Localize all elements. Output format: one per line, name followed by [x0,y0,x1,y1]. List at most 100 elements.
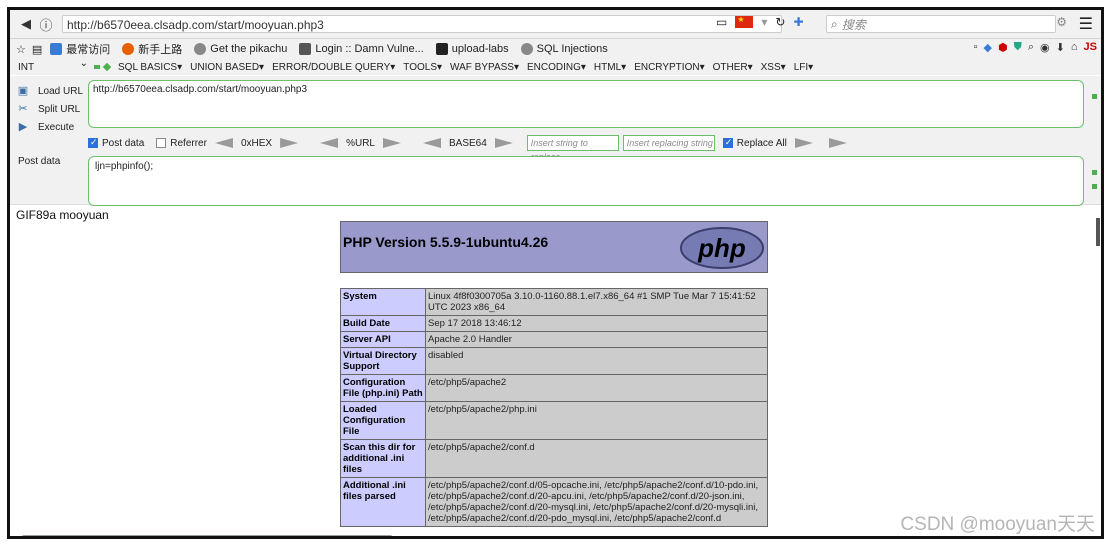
inspect-icon[interactable]: ⌕ [1028,41,1034,54]
load-url-button[interactable]: ▣ Load URL [16,82,83,100]
replace-arrow-icon[interactable] [794,138,813,148]
globe-icon [194,43,207,55]
menu-icon[interactable]: ☰ [1079,14,1093,34]
bookmark-dvwa[interactable]: Login :: Damn Vulne... [299,43,424,55]
split-icon: ✂ [18,103,28,115]
menu-xss[interactable]: XSS▾ [761,62,786,73]
settings-icon[interactable]: ⚙ [1056,15,1067,29]
table-row: Server API Apache 2.0 Handler [340,331,768,348]
back-icon[interactable]: ◀ [16,14,36,34]
post-data-checkbox[interactable] [88,137,98,148]
php-logo-text: php [697,233,746,263]
menu-encryption[interactable]: ENCRYPTION▾ [634,62,704,73]
bookmark-getting-started[interactable]: 新手上路 [122,41,182,57]
home-icon[interactable]: ⌂ [1071,41,1078,54]
php-logo-icon: php [680,227,764,269]
bookmark-pikachu[interactable]: Get the pikachu [194,43,287,55]
menu-other[interactable]: OTHER▾ [713,62,753,73]
download-icon[interactable]: ⬇ [1056,41,1065,54]
row-key: Virtual Directory Support [340,347,426,375]
row-key: Loaded Configuration File [340,401,426,440]
reader-view-icon[interactable]: ▭ [716,15,727,29]
hackbar-icon[interactable]: ◆ [984,41,992,54]
bookmark-sql-injections[interactable]: SQL Injections [520,43,608,55]
row-value: /etc/php5/apache2/conf.d [425,439,768,478]
split-url-button[interactable]: ✂ Split URL [16,100,83,118]
hex-encode-arrow-icon[interactable] [280,138,299,148]
replace-all-arrow-icon[interactable] [828,138,847,148]
row-value: /etc/php5/apache2/conf.d/05-opcache.ini,… [425,477,768,527]
replace-all-checkbox[interactable] [722,137,733,148]
url-decode-arrow-icon[interactable] [320,138,339,148]
replacing-string-input[interactable]: Insert replacing string [622,135,715,151]
extension-toolbar: ▫ ◆ ⬢ ⛊ ⌕ ◉ ⬇ ⌂ JS [974,41,1097,54]
play-icon: ▶ [18,121,28,133]
base64-encode-arrow-icon[interactable] [494,138,513,148]
adblock-icon[interactable]: ⬢ [998,41,1008,54]
hex-decode-arrow-icon[interactable] [214,138,233,148]
row-value: Linux 4f8f0300705a 3.10.0-1160.88.1.el7.… [425,288,768,316]
horizontal-scrollbar[interactable] [22,535,392,536]
resize-handle[interactable] [1092,184,1097,189]
github-icon [435,43,448,55]
reload-icon[interactable]: ↻ [775,15,785,29]
hackbar-url-field[interactable]: http://b6570eea.clsadp.com/start/mooyuan… [88,80,1084,128]
load-icon: ▣ [17,85,29,97]
menu-lfi[interactable]: LFI▾ [794,62,813,73]
table-row: Build Date Sep 17 2018 13:46:12 [340,315,768,332]
dvwa-icon [299,43,312,55]
address-bar[interactable]: http://b6570eea.clsadp.com/start/mooyuan… [62,15,782,33]
table-row: Additional .ini files parsed/etc/php5/ap… [340,477,768,527]
menu-encoding[interactable]: ENCODING▾ [527,62,586,73]
row-key: Build Date [340,315,426,332]
table-row: Scan this dir for additional .ini files /… [340,439,768,478]
browser-window: ◀ ⓘ http://b6570eea.clsadp.com/start/moo… [7,7,1104,539]
table-row: Configuration File (php.ini) Path/etc/ph… [340,374,768,402]
table-row: System Linux 4f8f0300705a 3.10.0-1160.88.… [340,288,768,316]
globe-icon [520,43,533,55]
hackbar-panel: ▣ Load URL ✂ Split URL ▶ Execute http://b65… [10,76,1101,206]
resize-handle[interactable] [1092,94,1097,99]
post-data-label: Post data [18,156,61,167]
hackbar-options: Post data Referrer 0xHEX %URL BASE64 Ins… [88,134,1088,162]
china-flag-icon [735,15,754,28]
resize-handle[interactable] [1092,170,1097,175]
search-input[interactable]: ⌕ 搜索 [826,15,1056,33]
hackbar-indicator [102,62,112,72]
info-icon[interactable]: ⓘ [36,14,56,34]
page-content: GIF89a mooyuan PHP Version 5.5.9-1ubuntu… [10,206,1101,536]
pin-icon[interactable]: ✚ [793,15,803,29]
php-info-header: PHP Version 5.5.9-1ubuntu4.26 php [340,221,768,273]
menu-tools[interactable]: TOOLS▾ [403,62,442,73]
referrer-checkbox[interactable] [156,138,167,148]
type-select[interactable]: INT [18,58,88,73]
menu-error-double-query[interactable]: ERROR/DOUBLE QUERY▾ [272,62,395,73]
vertical-scrollbar[interactable] [1096,218,1100,246]
row-key: Scan this dir for additional .ini files [340,439,426,478]
php-info-table: System Linux 4f8f0300705a 3.10.0-1160.88.… [340,288,768,527]
replace-string-input[interactable]: Insert string to replace [526,135,619,162]
row-value: /etc/php5/apache2 [425,374,768,402]
bookmark-most-visited[interactable]: 最常访问 [50,41,110,57]
menu-union-based[interactable]: UNION BASED▾ [190,62,264,73]
extension-icon[interactable]: ▫ [974,41,978,54]
url-encode-arrow-icon[interactable] [382,138,401,148]
execute-button[interactable]: ▶ Execute [16,118,83,136]
library-icon[interactable]: ▤ [32,43,42,56]
post-data-field[interactable]: ljn=phpinfo(); [88,156,1084,206]
menu-html[interactable]: HTML▾ [594,62,626,73]
bookmark-upload-labs[interactable]: upload-labs [435,43,509,55]
watermark: CSDN @mooyuan天天 [900,514,1095,535]
star-icon[interactable]: ☆ [16,43,26,56]
row-value: /etc/php5/apache2/php.ini [425,401,768,440]
base64-decode-arrow-icon[interactable] [422,138,441,148]
js-icon[interactable]: JS [1084,41,1097,54]
search-icon: ⌕ [831,16,838,31]
shield-icon[interactable]: ⛊ [1014,41,1022,54]
php-version: PHP Version 5.5.9-1ubuntu4.26 [343,234,549,250]
globe-icon[interactable]: ◉ [1040,41,1050,54]
hackbar-indicator [94,65,100,69]
menu-sql-basics[interactable]: SQL BASICS▾ [118,62,182,73]
menu-waf-bypass[interactable]: WAF BYPASS▾ [450,62,519,73]
dropdown-chevron-icon[interactable]: ▾ [761,15,767,29]
